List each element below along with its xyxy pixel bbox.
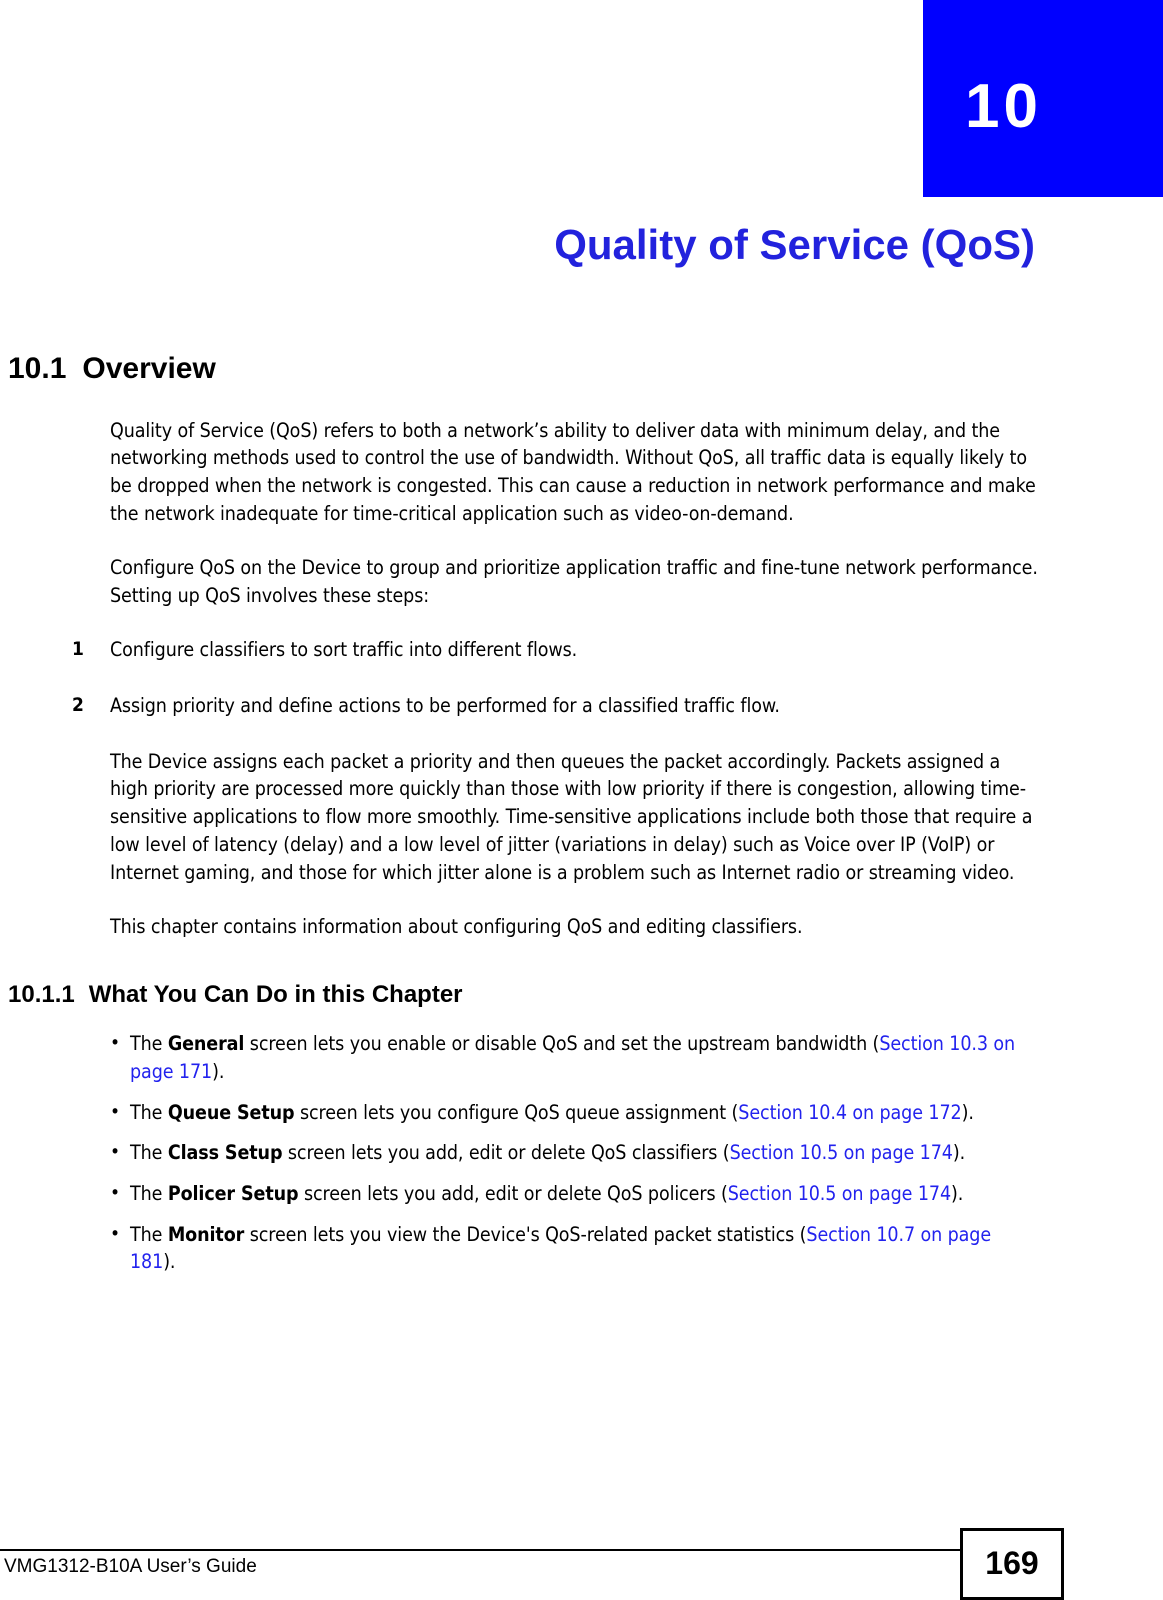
bullet-icon: • bbox=[110, 1182, 120, 1205]
list-item: • The Queue Setup screen lets you config… bbox=[0, 1099, 1040, 1127]
bullet-icon: • bbox=[110, 1222, 120, 1245]
list-item: • The Class Setup screen lets you add, e… bbox=[0, 1139, 1040, 1167]
bullet-body: screen lets you enable or disable QoS an… bbox=[244, 1032, 880, 1056]
overview-paragraph-1: Quality of Service (QoS) refers to both … bbox=[110, 418, 1036, 526]
bullet-icon: • bbox=[110, 1141, 120, 1164]
screen-name: Queue Setup bbox=[167, 1100, 295, 1124]
page-content: 10.1 Overview Quality of Service (QoS) re… bbox=[0, 352, 1040, 1289]
bullet-tail: ). bbox=[952, 1141, 966, 1165]
step-number: 2 bbox=[72, 693, 84, 716]
footer-guide-name: VMG1312-B10A User’s Guide bbox=[4, 1556, 257, 1577]
bullet-lead: The bbox=[130, 1100, 168, 1124]
page-number: 169 bbox=[985, 1545, 1039, 1581]
cross-reference-link[interactable]: Section 10.5 on page 174 bbox=[728, 1182, 951, 1205]
cross-reference-link[interactable]: Section 10.4 on page 172 bbox=[738, 1101, 961, 1124]
bullet-tail: ). bbox=[961, 1100, 974, 1124]
list-item: • The Monitor screen lets you view the D… bbox=[0, 1221, 1040, 1276]
overview-paragraph-3: The Device assigns each packet a priorit… bbox=[110, 749, 1033, 885]
bullet-body: screen lets you add, edit or delete QoS … bbox=[282, 1141, 730, 1165]
screen-name: Monitor bbox=[167, 1222, 245, 1246]
bullet-lead: The bbox=[130, 1141, 168, 1165]
list-item: 2 Assign priority and define actions to … bbox=[0, 692, 1040, 720]
step-number: 1 bbox=[72, 637, 84, 660]
bullet-icon: • bbox=[110, 1100, 120, 1123]
list-item: 1 Configure classifiers to sort traffic … bbox=[0, 636, 1040, 664]
bullet-lead: The bbox=[130, 1032, 168, 1056]
step-text: Configure classifiers to sort traffic in… bbox=[110, 637, 578, 661]
list-item: • The General screen lets you enable or … bbox=[0, 1030, 1040, 1085]
section-number: 10.1 bbox=[8, 352, 67, 385]
screen-name: Class Setup bbox=[167, 1141, 283, 1165]
chapter-capabilities-list: • The General screen lets you enable or … bbox=[0, 1030, 1040, 1276]
screen-name: Policer Setup bbox=[167, 1182, 299, 1206]
subsection-heading: 10.1.1 What You Can Do in this Chapter bbox=[0, 981, 1040, 1009]
screen-name: General bbox=[167, 1032, 245, 1056]
overview-paragraph-4: This chapter contains information about … bbox=[110, 914, 803, 938]
section-heading: 10.1 Overview bbox=[0, 352, 1040, 387]
bullet-tail: ). bbox=[212, 1060, 225, 1084]
bullet-lead: The bbox=[130, 1222, 168, 1246]
cross-reference-link[interactable]: Section 10.5 on page 174 bbox=[730, 1141, 953, 1164]
chapter-banner: 10 bbox=[923, 0, 1163, 197]
subsection-title: What You Can Do in this Chapter bbox=[88, 980, 463, 1008]
bullet-lead: The bbox=[130, 1182, 168, 1206]
chapter-title: Quality of Service (QoS) bbox=[554, 221, 1035, 268]
footer-divider bbox=[0, 1549, 1007, 1551]
bullet-body: screen lets you configure QoS queue assi… bbox=[294, 1100, 739, 1124]
bullet-body: screen lets you add, edit or delete QoS … bbox=[298, 1182, 728, 1206]
bullet-icon: • bbox=[110, 1032, 120, 1055]
bullet-body: screen lets you view the Device's QoS-re… bbox=[244, 1222, 807, 1246]
section-title: Overview bbox=[82, 352, 216, 385]
chapter-number: 10 bbox=[965, 72, 1042, 141]
page-number-box: 169 bbox=[960, 1528, 1064, 1600]
setup-steps-list: 1 Configure classifiers to sort traffic … bbox=[0, 636, 1040, 720]
list-item: • The Policer Setup screen lets you add,… bbox=[0, 1180, 1040, 1208]
bullet-tail: ). bbox=[951, 1182, 964, 1206]
step-text: Assign priority and define actions to be… bbox=[110, 693, 780, 717]
bullet-tail: ). bbox=[163, 1250, 176, 1274]
overview-paragraph-2: Configure QoS on the Device to group and… bbox=[110, 556, 1038, 607]
subsection-number: 10.1.1 bbox=[8, 980, 75, 1008]
